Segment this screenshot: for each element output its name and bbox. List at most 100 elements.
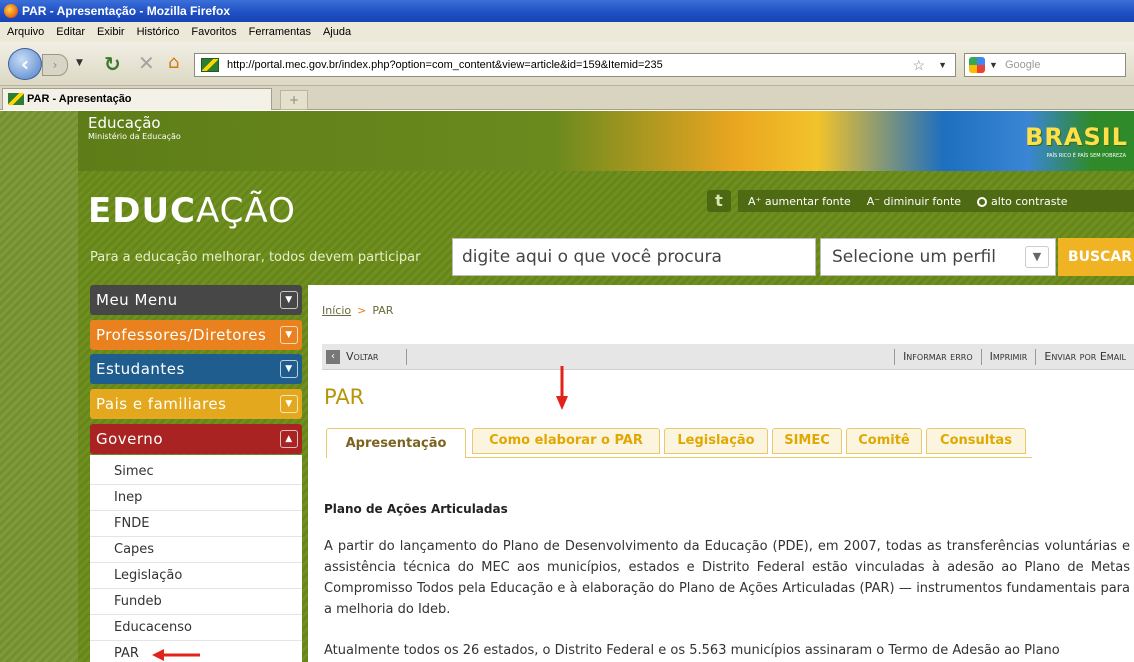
profile-select-label: Selecione um perfil <box>832 247 996 267</box>
site-tagline: Para a educação melhorar, todos devem pa… <box>90 250 421 265</box>
submenu-item-capes[interactable]: Capes <box>90 537 302 563</box>
google-icon[interactable] <box>969 57 985 73</box>
menu-ajuda[interactable]: Ajuda <box>323 26 351 38</box>
breadcrumb: Início > PAR <box>322 304 393 317</box>
back-button[interactable]: ‹ <box>8 48 42 80</box>
governo-submenu: Simec Inep FNDE Capes Legislação Fundeb … <box>90 455 302 662</box>
browser-search-field[interactable]: ▼ Google <box>964 53 1126 77</box>
site-favicon <box>201 58 219 72</box>
logo-rest: AÇÃO <box>196 191 296 231</box>
left-background <box>0 111 78 662</box>
tab-favicon <box>8 93 24 105</box>
menu-estudantes[interactable]: Estudantes ▼ <box>90 354 302 384</box>
tab-apresentacao[interactable]: Apresentação <box>326 428 466 458</box>
decrease-font-link[interactable]: A⁻ diminuir fonte <box>867 195 961 208</box>
divider <box>406 349 407 365</box>
chevron-down-icon: ▼ <box>280 291 298 309</box>
chevron-down-icon: ▼ <box>280 395 298 413</box>
submenu-item-educacenso[interactable]: Educacenso <box>90 615 302 641</box>
submenu-item-fundeb[interactable]: Fundeb <box>90 589 302 615</box>
menu-label: Pais e familiares <box>96 395 227 413</box>
breadcrumb-current: PAR <box>372 304 394 317</box>
submenu-item-legislacao[interactable]: Legislação <box>90 563 302 589</box>
menu-label: Governo <box>96 430 163 448</box>
menu-meu-menu[interactable]: Meu Menu ▼ <box>90 285 302 315</box>
contrast-icon <box>977 196 988 207</box>
firefox-icon <box>4 4 18 18</box>
profile-select[interactable]: Selecione um perfil ▼ <box>820 238 1056 276</box>
window-title: PAR - Apresentação - Mozilla Firefox <box>22 4 231 18</box>
back-arrow-icon[interactable]: ‹ <box>326 350 340 364</box>
navigation-toolbar: ‹ › ▼ ↻ ✕ ⌂ http://portal.mec.gov.br/ind… <box>0 42 1134 86</box>
bookmark-star-icon[interactable]: ☆ <box>912 54 925 76</box>
site-search-input[interactable]: digite aqui o que você procura <box>452 238 816 276</box>
twitter-icon[interactable]: t <box>707 190 731 212</box>
chevron-down-icon: ▼ <box>280 326 298 344</box>
logo-bold: EDUC <box>88 191 197 231</box>
tab-consultas[interactable]: Consultas <box>926 428 1026 454</box>
tab-label: PAR - Apresentação <box>27 93 132 105</box>
tab-como-elaborar[interactable]: Como elaborar o PAR <box>472 428 660 454</box>
chevron-down-icon[interactable]: ▼ <box>1025 246 1049 268</box>
menu-professores-diretores[interactable]: Professores/Diretores ▼ <box>90 320 302 350</box>
chevron-down-icon: ▼ <box>280 360 298 378</box>
breadcrumb-home-link[interactable]: Início <box>322 304 351 317</box>
article-body: Plano de Ações Articuladas A partir do l… <box>324 496 1130 662</box>
menu-exibir[interactable]: Exibir <box>97 26 125 38</box>
home-icon[interactable]: ⌂ <box>168 52 179 73</box>
menu-pais-familiares[interactable]: Pais e familiares ▼ <box>90 389 302 419</box>
brasil-logo[interactable]: BRASIL <box>1025 123 1128 151</box>
window-titlebar: PAR - Apresentação - Mozilla Firefox <box>0 0 1134 22</box>
menu-favoritos[interactable]: Favoritos <box>191 26 236 38</box>
report-error-link[interactable]: Informar erro <box>894 349 981 365</box>
email-link[interactable]: Enviar por Email <box>1035 349 1134 365</box>
tab-strip: PAR - Apresentação + <box>0 86 1134 110</box>
menu-bar: Arquivo Editar Exibir Histórico Favorito… <box>0 22 1134 42</box>
forward-button[interactable]: › <box>42 54 68 76</box>
menu-label: Meu Menu <box>96 291 178 309</box>
submenu-item-fnde[interactable]: FNDE <box>90 511 302 537</box>
search-button[interactable]: BUSCAR <box>1058 238 1134 276</box>
new-tab-button[interactable]: + <box>280 90 308 110</box>
tab-simec[interactable]: SIMEC <box>772 428 842 454</box>
submenu-item-inep[interactable]: Inep <box>90 485 302 511</box>
reload-icon[interactable]: ↻ <box>104 52 121 76</box>
ministry-label[interactable]: Educação <box>88 114 161 132</box>
chevron-up-icon: ▲ <box>280 430 298 448</box>
article-paragraph: Atualmente todos os 26 estados, o Distri… <box>324 643 1060 658</box>
page-title: PAR <box>324 385 365 409</box>
menu-ferramentas[interactable]: Ferramentas <box>249 26 311 38</box>
ministry-sublabel: Ministério da Educação <box>88 132 181 141</box>
tab-comite[interactable]: Comitê <box>846 428 922 454</box>
menu-editar[interactable]: Editar <box>56 26 85 38</box>
article-actions: Informar erro Imprimir Enviar por Email <box>894 344 1134 365</box>
print-link[interactable]: Imprimir <box>980 349 1036 365</box>
address-bar[interactable]: http://portal.mec.gov.br/index.php?optio… <box>194 53 956 77</box>
breadcrumb-separator: > <box>357 304 367 317</box>
article-action-bar: ‹ Voltar Informar erro Imprimir Enviar p… <box>322 344 1134 370</box>
back-link[interactable]: Voltar <box>346 344 378 370</box>
article-paragraph: A partir do lançamento do Plano de Desen… <box>324 539 1130 617</box>
history-dropdown-icon[interactable]: ▼ <box>76 58 83 68</box>
brasil-slogan: PAÍS RICO É PAÍS SEM POBREZA <box>1046 153 1126 159</box>
browser-tab[interactable]: PAR - Apresentação <box>2 88 272 110</box>
menu-label: Estudantes <box>96 360 185 378</box>
site-logo[interactable]: EDUCAÇÃO <box>88 191 296 231</box>
url-dropdown-icon[interactable]: ▼ <box>938 54 947 76</box>
accessibility-bar: A⁺ aumentar fonte A⁻ diminuir fonte alto… <box>738 190 1134 212</box>
government-banner: Educação Ministério da Educação BRASIL P… <box>78 111 1134 171</box>
menu-historico[interactable]: Histórico <box>137 26 180 38</box>
red-arrow-left-icon <box>152 649 200 661</box>
article-heading: Plano de Ações Articuladas <box>324 502 508 516</box>
content-tabs: Apresentação Como elaborar o PAR Legisla… <box>326 428 1134 458</box>
menu-arquivo[interactable]: Arquivo <box>7 26 44 38</box>
contrast-label: alto contraste <box>991 194 1068 208</box>
submenu-item-simec[interactable]: Simec <box>90 459 302 485</box>
search-engine-dropdown-icon[interactable]: ▼ <box>989 54 998 76</box>
tab-legislacao[interactable]: Legislação <box>664 428 768 454</box>
high-contrast-link[interactable]: alto contraste <box>977 194 1068 208</box>
menu-governo[interactable]: Governo ▲ <box>90 424 302 454</box>
stop-icon[interactable]: ✕ <box>138 51 155 75</box>
page-viewport: Educação Ministério da Educação BRASIL P… <box>0 111 1134 662</box>
increase-font-link[interactable]: A⁺ aumentar fonte <box>748 195 851 208</box>
